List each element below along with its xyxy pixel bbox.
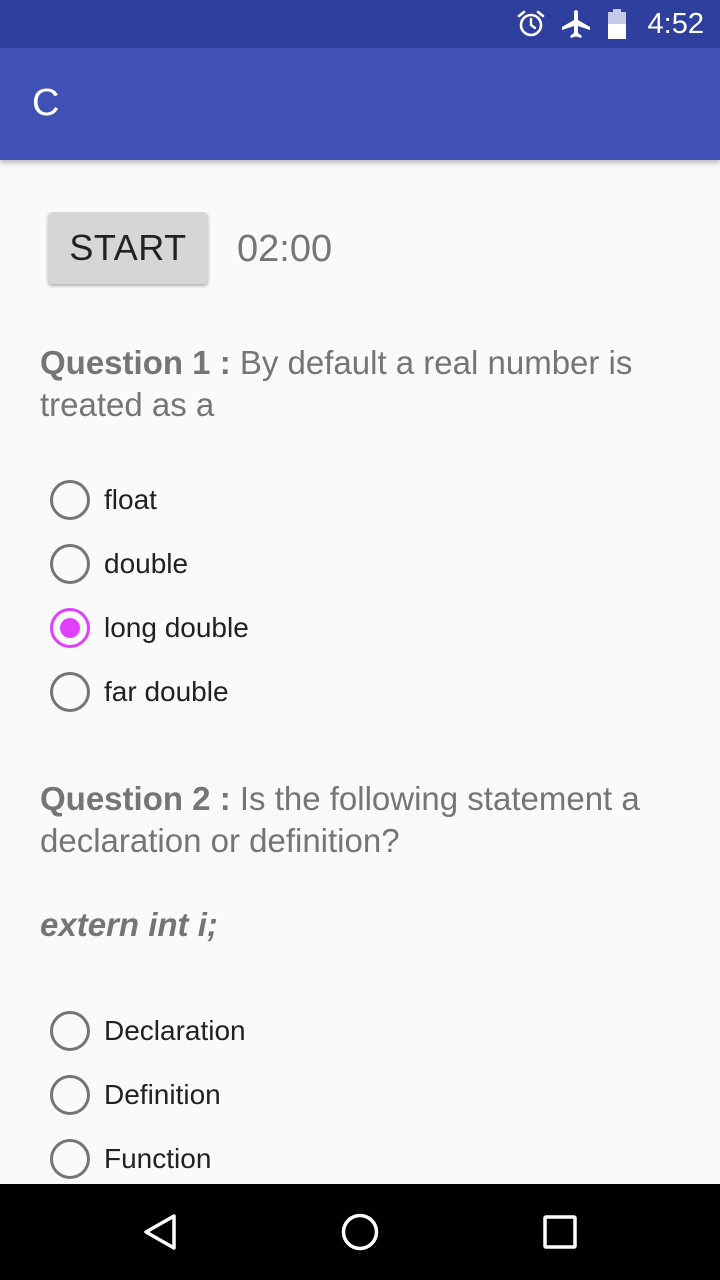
start-button[interactable]: START (48, 212, 208, 284)
radio-button[interactable] (50, 672, 90, 712)
option-function[interactable]: Function (50, 1133, 211, 1184)
timer-display: 02:00 (237, 228, 333, 270)
option-definition[interactable]: Definition (50, 1069, 221, 1121)
alarm-icon (516, 9, 546, 39)
radio-button[interactable] (50, 480, 90, 520)
option-declaration[interactable]: Declaration (50, 1005, 246, 1057)
option-label: double (104, 548, 189, 579)
option-label: Function (104, 1143, 212, 1174)
option-label: far double (104, 676, 229, 707)
question-2-label: Question 2 : (40, 780, 231, 817)
quiz-content[interactable]: START 02:00 Question 1 : By default a re… (0, 160, 720, 1184)
option-label: Declaration (104, 1015, 246, 1046)
option-label: Definition (104, 1079, 221, 1110)
option-label: long double (104, 612, 249, 643)
question-2-text: Question 2 : Is the following statement … (40, 778, 690, 862)
radio-button[interactable] (50, 1075, 90, 1115)
status-icons: 4:52 (516, 0, 704, 48)
home-icon[interactable] (340, 1212, 380, 1252)
question-1-label: Question 1 : (40, 344, 231, 381)
recents-icon[interactable] (540, 1212, 580, 1252)
airplane-mode-icon (560, 8, 592, 40)
option-far-double[interactable]: far double (50, 666, 229, 718)
back-icon[interactable] (140, 1212, 180, 1252)
app-title: C (32, 82, 60, 124)
app-bar: C (0, 48, 720, 160)
radio-button[interactable] (50, 544, 90, 584)
status-bar: 4:52 (0, 0, 720, 48)
status-time: 4:52 (647, 7, 704, 40)
option-float[interactable]: float (50, 474, 157, 526)
navigation-bar (0, 1184, 720, 1280)
radio-button[interactable] (50, 1139, 90, 1179)
question-2-code: extern int i; (40, 906, 218, 943)
battery-icon (606, 8, 628, 40)
option-long-double[interactable]: long double (50, 602, 249, 654)
question-1-text: Question 1 : By default a real number is… (40, 342, 690, 426)
option-double[interactable]: double (50, 538, 188, 590)
option-label: float (104, 484, 157, 515)
radio-button-selected[interactable] (50, 608, 90, 648)
radio-button[interactable] (50, 1011, 90, 1051)
